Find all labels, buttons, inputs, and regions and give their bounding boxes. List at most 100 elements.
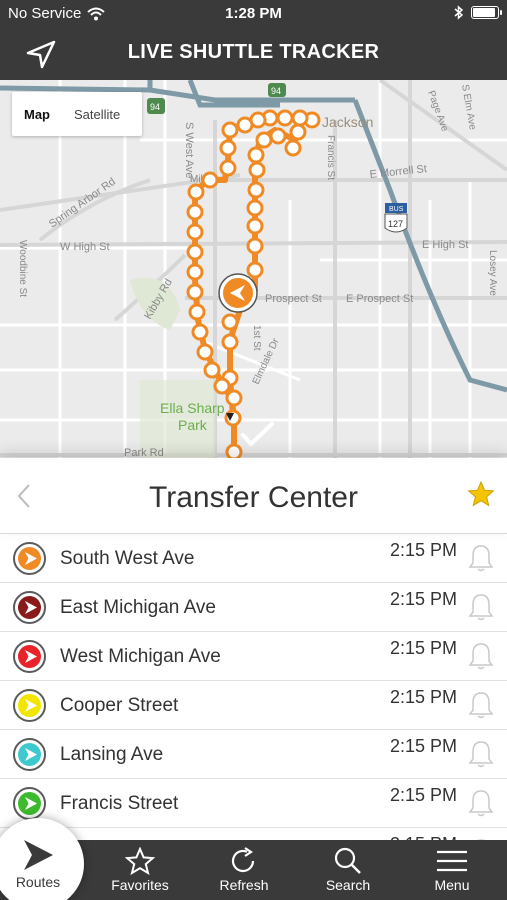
route-stop-dot[interactable] (213, 377, 231, 395)
map-option[interactable]: Map (12, 107, 62, 122)
search-icon (334, 847, 361, 874)
route-name: Francis Street (60, 793, 179, 814)
route-stop-dot[interactable] (201, 171, 219, 189)
status-right (454, 5, 502, 20)
route-stop-dot[interactable] (221, 121, 239, 139)
route-stop-dot[interactable] (221, 333, 239, 351)
favorite-star-icon[interactable] (467, 480, 495, 508)
route-stop-dot[interactable] (291, 109, 309, 127)
route-name: Lansing Ave (60, 744, 164, 765)
park-label-2: Park (178, 417, 208, 433)
e-high-label: E High St (422, 239, 468, 251)
bell-icon[interactable] (467, 788, 495, 818)
play-arrow-icon (25, 552, 37, 565)
route-stop-dot[interactable] (248, 161, 266, 179)
play-arrow-icon (25, 797, 37, 810)
route-stop-dot[interactable] (186, 243, 204, 261)
route-row[interactable]: South West Ave 2:15 PM (0, 534, 507, 583)
route-stop-dot[interactable] (186, 283, 204, 301)
bell-icon[interactable] (467, 641, 495, 671)
bell-icon[interactable] (467, 739, 495, 769)
route-badge-fill (18, 645, 41, 668)
satellite-option[interactable]: Satellite (62, 107, 132, 122)
tab-refresh[interactable]: Refresh (192, 840, 296, 900)
route-stop-dot[interactable] (191, 323, 209, 341)
tab-favorites[interactable]: Favorites (88, 840, 192, 900)
status-bar: No Service 1:28 PM (0, 0, 507, 28)
route-stop-dot[interactable] (246, 217, 264, 235)
bell-icon[interactable] (467, 592, 495, 622)
route-stop-dot[interactable] (187, 183, 205, 201)
route-row[interactable]: West Michigan Ave 2:15 PM (0, 632, 507, 681)
shuttle-marker[interactable] (218, 273, 258, 313)
play-arrow-icon (25, 650, 37, 663)
map-type-toggle[interactable]: Map Satellite (12, 92, 142, 136)
route-row[interactable]: East Michigan Ave 2:15 PM (0, 583, 507, 632)
route-stop-dot[interactable] (255, 131, 273, 149)
route-stop-dot[interactable] (276, 109, 294, 127)
route-stop-dot[interactable] (246, 237, 264, 255)
woodbine-label: Woodbine St (17, 240, 28, 297)
bell-icon[interactable] (467, 690, 495, 720)
route-stop-dot[interactable] (203, 361, 221, 379)
hamburger-menu-icon (437, 850, 467, 872)
refresh-icon (231, 847, 255, 873)
route-arrival-time: 2:15 PM (389, 785, 457, 805)
map-view[interactable]: Jackson Ella Sharp Park W High St E High… (0, 80, 507, 458)
play-arrow-icon (25, 601, 37, 614)
route-name: South West Ave (60, 548, 195, 569)
battery-icon (471, 6, 502, 19)
map-canvas[interactable]: Jackson Ella Sharp Park W High St E High… (0, 80, 507, 458)
route-color-badge (13, 738, 46, 771)
route-stop-dot[interactable] (284, 139, 302, 157)
route-stop-dot[interactable] (219, 159, 237, 177)
route-list[interactable]: South West Ave 2:15 PM East Michigan Ave 2:… (0, 534, 507, 840)
svg-text:94: 94 (150, 102, 160, 112)
route-stop-dot[interactable] (221, 313, 239, 331)
star-outline-icon (125, 847, 155, 875)
tab-search[interactable]: Search (296, 840, 400, 900)
route-arrival-time: 2:15 PM (389, 540, 457, 560)
play-arrow-icon (25, 748, 37, 761)
e-prospect-label: E Prospect St (346, 293, 413, 305)
route-stop-dot[interactable] (196, 343, 214, 361)
stop-header: Transfer Center (0, 458, 507, 534)
park-label-1: Ella Sharp (160, 400, 225, 416)
route-stop-dot[interactable] (188, 303, 206, 321)
route-arrival-time: 2:15 PM (389, 687, 457, 707)
route-color-badge (13, 640, 46, 673)
prospect-label: Prospect St (265, 293, 322, 305)
park-rd-label: Park Rd (124, 447, 164, 458)
tab-routes-label: Routes (15, 874, 61, 890)
route-stop-dot[interactable] (236, 116, 254, 134)
svg-text:94: 94 (271, 86, 281, 96)
bell-icon[interactable] (467, 543, 495, 573)
tab-menu[interactable]: Menu (400, 840, 504, 900)
route-row[interactable]: Cooper Street 2:15 PM (0, 681, 507, 730)
route-stop-dot[interactable] (289, 123, 307, 141)
hwy-94-shield: 94 (147, 98, 165, 114)
route-color-badge (13, 689, 46, 722)
hwy-127-shield: BUS 127 (384, 203, 408, 233)
route-stop-dot[interactable] (246, 199, 264, 217)
route-stop-dot[interactable] (219, 139, 237, 157)
route-name: West Michigan Ave (60, 646, 221, 667)
route-badge-fill (18, 743, 41, 766)
tab-favorites-label: Favorites (111, 877, 169, 893)
route-stop-dot[interactable] (186, 223, 204, 241)
svg-text:BUS: BUS (389, 206, 404, 213)
route-stop-dot[interactable] (247, 146, 265, 164)
route-stop-dot[interactable] (225, 443, 243, 458)
route-stop-dot[interactable] (186, 263, 204, 281)
route-stop-dot[interactable] (186, 203, 204, 221)
route-stop-dot[interactable] (269, 127, 287, 145)
nav-bar: LIVE SHUTTLE TRACKER (0, 28, 507, 80)
route-badge-fill (18, 694, 41, 717)
route-stop-dot[interactable] (246, 261, 264, 279)
battery-fill (473, 8, 495, 17)
route-stop-dot[interactable] (225, 389, 243, 407)
route-stop-dot[interactable] (247, 181, 265, 199)
city-label: Jackson (322, 114, 373, 130)
route-row[interactable]: Francis Street 2:15 PM (0, 779, 507, 828)
route-row[interactable]: Lansing Ave 2:15 PM (0, 730, 507, 779)
